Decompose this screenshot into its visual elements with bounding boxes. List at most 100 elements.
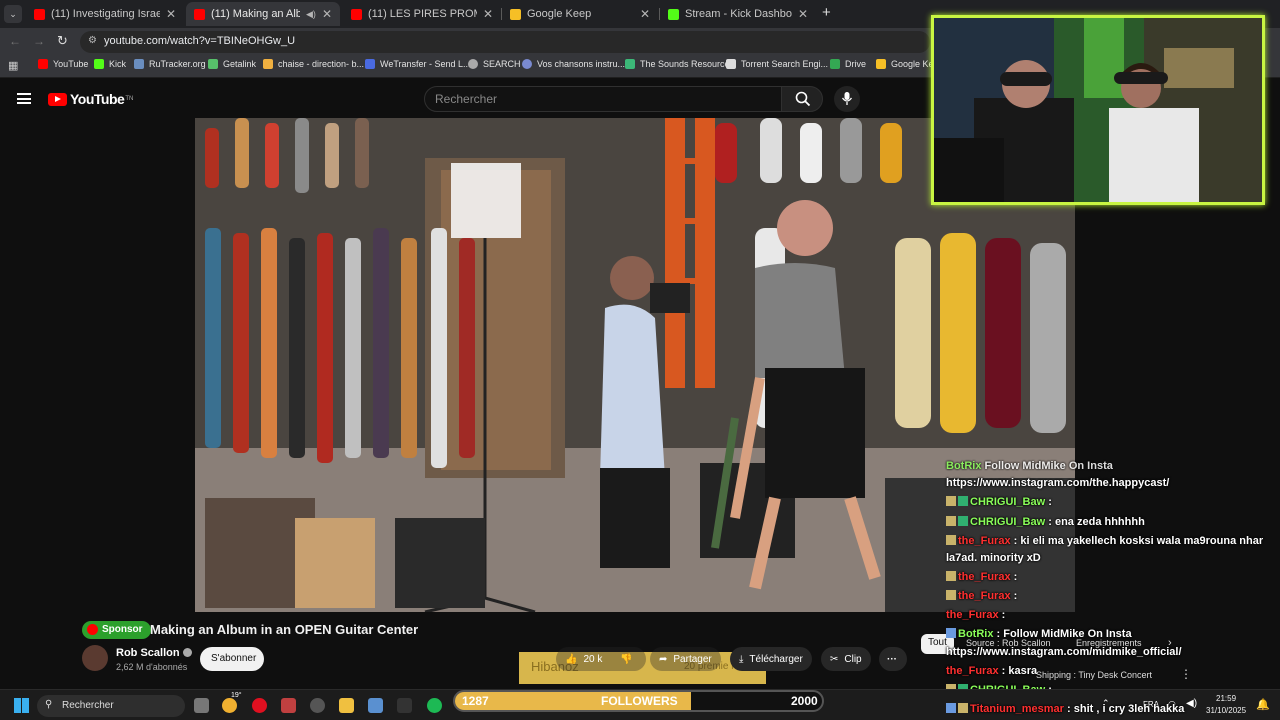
thumbs-down-icon[interactable]: 👎 [620, 654, 632, 665]
taskbar-search[interactable]: ⚲ Rechercher [37, 695, 185, 717]
scissors-icon: ✂ [830, 653, 839, 665]
bookmark-kick[interactable]: Kick [94, 59, 126, 69]
app-icon[interactable] [281, 698, 296, 713]
bookmark-chaise[interactable]: chaise - direction- b... [263, 59, 364, 69]
hamburger-menu-icon[interactable] [17, 93, 31, 104]
voice-search-button[interactable] [834, 86, 860, 112]
apps-grid-icon[interactable]: ▦ [8, 59, 18, 72]
tab-kick-dashboard[interactable]: Stream - Kick Dashboard ✕ [660, 2, 816, 26]
verified-icon [182, 648, 192, 657]
youtube-icon [38, 59, 48, 69]
tab-search-button[interactable]: ⌄ [4, 5, 22, 23]
rutracker-icon [134, 59, 144, 69]
speaker-icon[interactable]: ◀) [306, 9, 316, 20]
close-icon[interactable]: ✕ [798, 7, 808, 21]
chat-badge-icon [946, 571, 956, 581]
bookmark-rutracker[interactable]: RuTracker.org [134, 59, 206, 69]
chat-message: the_Furax : [946, 609, 1006, 621]
recommended-video-title[interactable]: Shipping : Tiny Desk Concert [1036, 670, 1152, 680]
youtube-icon [34, 8, 45, 20]
sounds-resource-icon [625, 59, 635, 69]
subscribe-button[interactable]: S'abonner [200, 647, 264, 671]
spotify-icon[interactable] [427, 698, 442, 713]
download-icon: ⤓ [739, 653, 744, 665]
tab-investigating[interactable]: (11) Investigating Israeli Influen ✕ [26, 2, 184, 26]
close-icon[interactable]: ✕ [322, 7, 332, 21]
chat-message: the_Furax : kasra [946, 665, 1038, 677]
chat-badge-icon [946, 628, 956, 638]
chat-message: CHRIGUI_Baw : [946, 496, 1052, 508]
windows-start-icon[interactable] [14, 698, 29, 713]
chat-badge-icon [958, 516, 968, 526]
amazon-icon [263, 59, 273, 69]
music-icon [522, 59, 532, 69]
new-tab-button[interactable]: + [822, 4, 831, 21]
url-field[interactable]: ⚙ youtube.com/watch?v=TBINeOHGw_U [80, 31, 930, 53]
chat-message: https://www.instagram.com/midmike_offici… [946, 646, 1182, 658]
youtube-logo[interactable]: YouTube TN [48, 91, 133, 107]
chat-message: la7ad. minority xD [946, 552, 1041, 564]
share-button[interactable]: ➦ Partager [650, 647, 721, 671]
search-icon [795, 91, 811, 107]
bookmark-search[interactable]: SEARCH [468, 59, 521, 69]
opera-icon[interactable] [252, 698, 267, 713]
chat-badge-icon [958, 496, 968, 506]
bookmark-torrent-search[interactable]: Torrent Search Engi... [726, 59, 828, 69]
live-app-icon[interactable] [397, 698, 412, 713]
bookmark-sounds-resource[interactable]: The Sounds Resource [625, 59, 730, 69]
bookmark-chansons[interactable]: Vos chansons instru... [522, 59, 625, 69]
youtube-play-icon [48, 92, 67, 106]
bookmark-drive[interactable]: Drive [830, 59, 866, 69]
back-icon[interactable]: ← [9, 34, 21, 48]
reload-icon[interactable]: ↻ [57, 33, 68, 49]
more-actions-button[interactable]: ··· [879, 647, 907, 671]
search-icon: ⚲ [45, 699, 53, 710]
tab-pires-promos[interactable]: (11) LES PIRES PROMOS D'ART ✕ [343, 2, 501, 26]
chat-message: the_Furax : [946, 571, 1017, 583]
site-info-icon[interactable]: ⚙ [88, 35, 97, 46]
kick-icon [94, 59, 104, 69]
bookmark-getalink[interactable]: Getalink [208, 59, 256, 69]
chat-message: CHRIGUI_Baw : ena zeda hhhhhh [946, 516, 1145, 528]
chat-badge-icon [946, 590, 956, 600]
volume-icon[interactable]: ◀) [1186, 698, 1197, 709]
notification-bell-icon[interactable]: 🔔 [1256, 698, 1270, 711]
download-button[interactable]: ⤓ Télécharger [730, 647, 812, 671]
chat-badge-icon [958, 703, 968, 713]
close-icon[interactable]: ✕ [640, 7, 650, 21]
webcam-feed [934, 18, 1262, 202]
tab-google-keep[interactable]: Google Keep ✕ [502, 2, 658, 26]
sponsor-badge[interactable]: Sponsor [82, 621, 151, 639]
tab-making-album[interactable]: (11) Making an Album in an ◀) ✕ [186, 2, 340, 26]
close-icon[interactable]: ✕ [166, 7, 176, 21]
play-circle-icon [87, 624, 98, 635]
globe-icon [468, 59, 478, 69]
channel-name[interactable]: Rob Scallon [116, 647, 192, 659]
microphone-icon [841, 92, 853, 105]
photos-icon[interactable] [368, 698, 383, 713]
kebab-menu-icon[interactable]: ⋮ [1180, 667, 1192, 681]
chat-badge-icon [946, 535, 956, 545]
clip-button[interactable]: ✂ Clip [821, 647, 871, 671]
kick-icon [668, 8, 679, 20]
followers-goal-bar: 1287 FOLLOWERS 2000 [453, 690, 824, 712]
webcam-overlay [931, 15, 1265, 205]
chat-badge-icon [946, 496, 956, 506]
app-icon[interactable] [310, 698, 325, 713]
subscriber-count: 2,62 M d'abonnés [116, 662, 188, 672]
youtube-icon [194, 8, 205, 20]
weather-icon[interactable] [222, 698, 237, 713]
task-view-icon[interactable] [194, 698, 209, 713]
followers-label: FOLLOWERS [601, 694, 678, 708]
bookmark-youtube[interactable]: YouTube [38, 59, 88, 69]
bookmark-wetransfer[interactable]: WeTransfer - Send L... [365, 59, 471, 69]
like-button[interactable]: 👍 20 k 👎 [556, 647, 646, 671]
search-button[interactable] [781, 86, 823, 112]
file-explorer-icon[interactable] [339, 698, 354, 713]
search-input[interactable]: Rechercher [424, 86, 782, 112]
download-icon [208, 59, 218, 69]
channel-avatar[interactable] [82, 645, 108, 671]
forward-icon[interactable]: → [33, 34, 45, 48]
system-clock[interactable]: 21:59 31/10/2025 [1206, 693, 1246, 717]
close-icon[interactable]: ✕ [483, 7, 493, 21]
